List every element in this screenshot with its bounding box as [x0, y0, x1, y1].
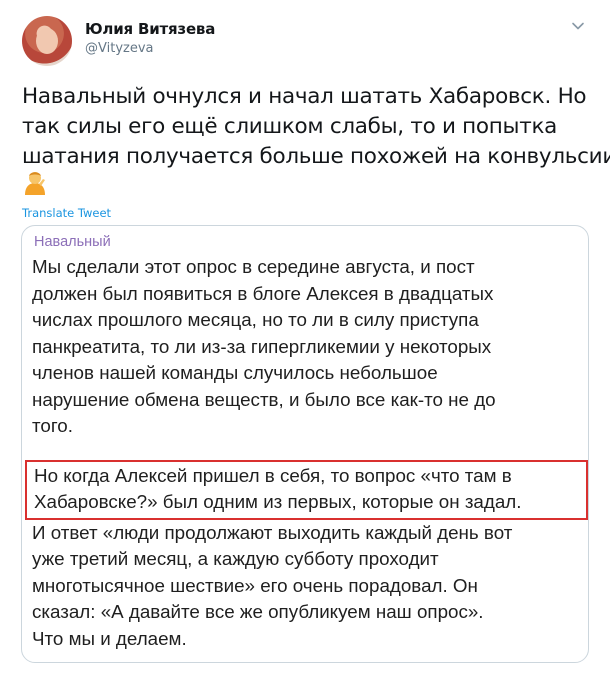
- quote-line: того.: [32, 415, 73, 436]
- tweet: Юлия Витязева @Vityzeva Навальный очнулс…: [0, 0, 610, 678]
- avatar[interactable]: [22, 16, 72, 66]
- quote-line: членов нашей команды случилось небольшое: [32, 362, 438, 383]
- quote-title: Навальный: [34, 234, 111, 250]
- quote-line: Но когда Алексей пришел в себя, то вопро…: [34, 464, 512, 486]
- quote-line: нарушение обмена веществ, и было все как…: [32, 388, 496, 410]
- quoted-image-card[interactable]: Навальный Мы сделали этот опрос в середи…: [21, 225, 589, 663]
- highlighted-passage: Но когда Алексей пришел в себя, то вопро…: [25, 459, 588, 520]
- person-gesturing-icon: [25, 172, 45, 195]
- quote-line: И ответ «люди продолжают выходить каждый…: [32, 521, 513, 543]
- quote-line: уже третий месяц, а каждую субботу прохо…: [32, 548, 439, 569]
- tweet-text-line: Навальный очнулся и начал шатать Хабаров…: [22, 84, 587, 109]
- tweet-text-line: шатания получается больше похожей на кон…: [22, 144, 610, 169]
- quote-line: Что мы и делаем.: [32, 627, 187, 649]
- author-handle[interactable]: @Vityzeva: [85, 41, 154, 56]
- quote-body: Мы сделали этот опрос в середине августа…: [25, 254, 588, 652]
- author-name[interactable]: Юлия Витязева: [85, 20, 215, 38]
- chevron-down-icon[interactable]: [570, 18, 586, 34]
- quote-line: Мы сделали этот опрос в середине августа…: [32, 256, 475, 277]
- quote-line: Хабаровске?» был одним из первых, которы…: [34, 491, 522, 512]
- quote-line: многотысячное шествие» его очень порадов…: [32, 574, 478, 596]
- quote-line: панкреатита, то ли из-за гипергликемии у…: [32, 335, 492, 357]
- quote-line: числах прошлого месяца, но то ли в силу …: [32, 309, 479, 330]
- quote-line: сказал: «А давайте все же опубликуем наш…: [32, 601, 484, 622]
- translate-tweet-link[interactable]: Translate Tweet: [22, 206, 111, 220]
- tweet-text-line: так силы его ещё слишком слабы, то и поп…: [22, 114, 558, 139]
- quote-line: должен был появиться в блоге Алексея в д…: [32, 282, 494, 304]
- tweet-text: Навальный очнулся и начал шатать Хабаров…: [22, 82, 610, 172]
